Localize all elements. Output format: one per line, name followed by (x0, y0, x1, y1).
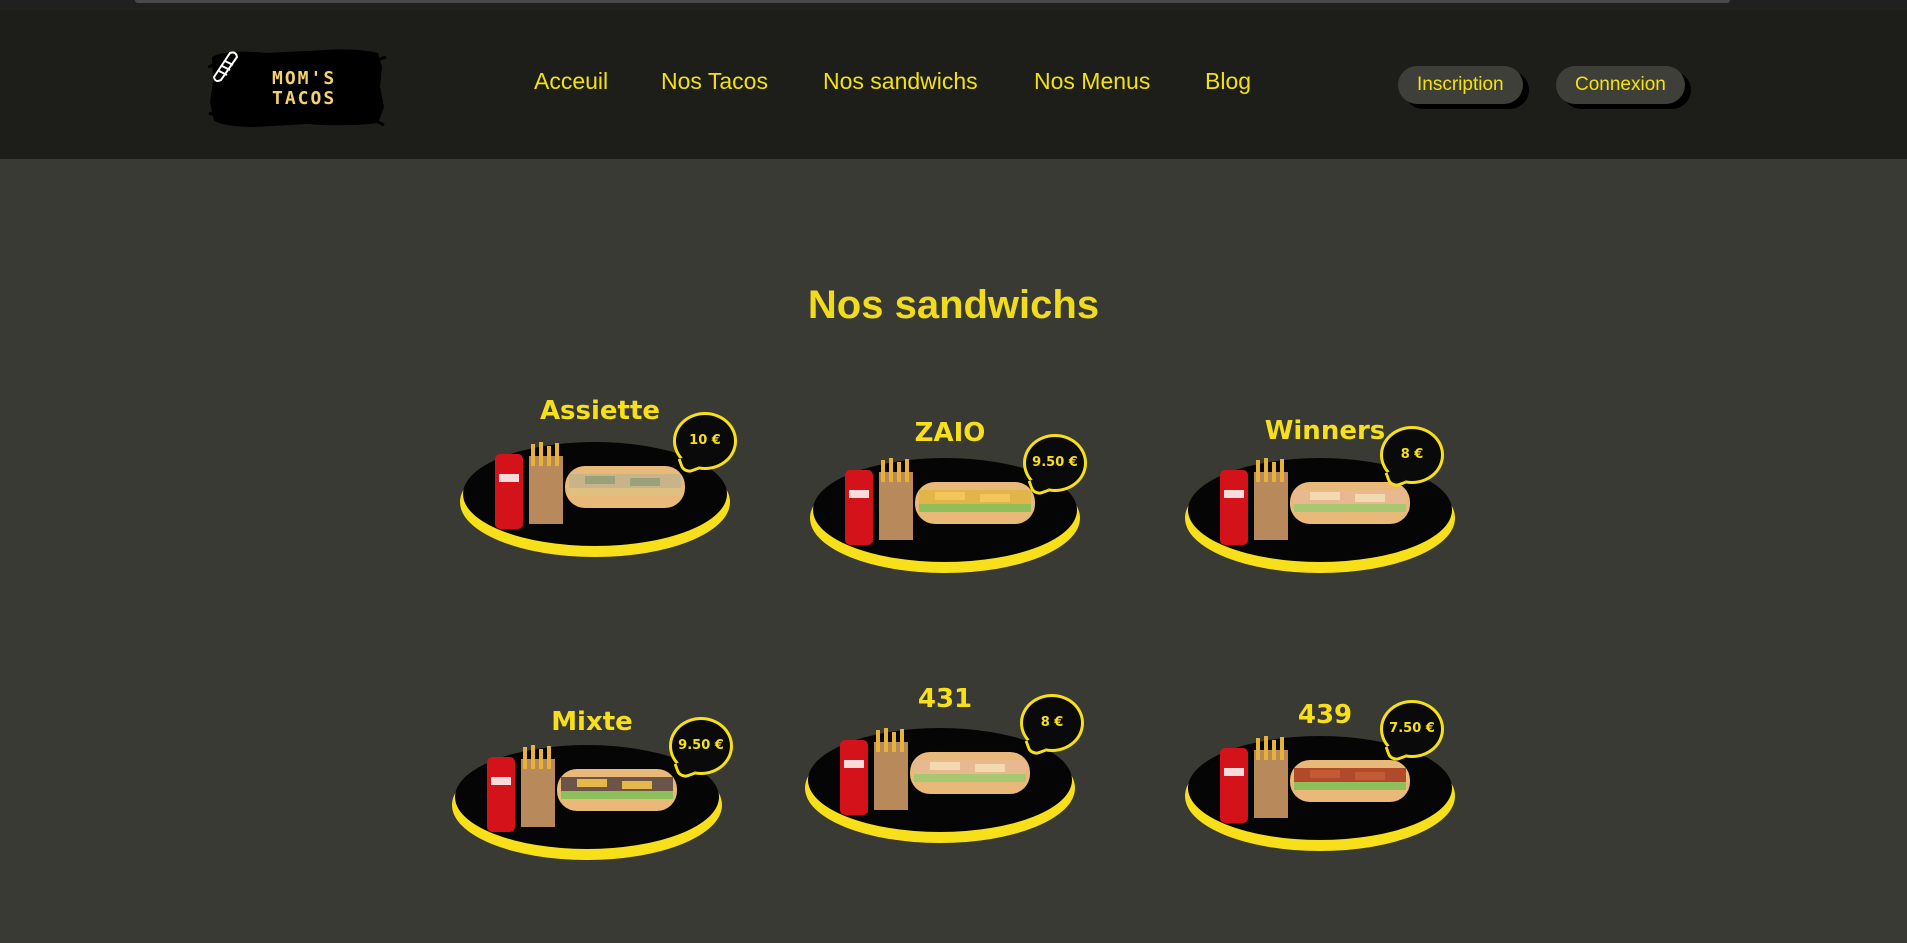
sandwich-card[interactable]: Winners 8 € (1180, 416, 1470, 586)
sandwich-card[interactable]: Assiette 10 € (455, 396, 745, 566)
scroll-track (135, 0, 1730, 3)
sandwich-card[interactable]: ZAIO 9.50 € (805, 418, 1095, 588)
login-button[interactable]: Connexion (1556, 66, 1685, 104)
price-badge: 8 € (1380, 426, 1444, 484)
moms-tacos-logo[interactable]: MOM'S TACOS (206, 47, 386, 129)
sandwich-card[interactable]: Mixte 9.50 € (447, 707, 737, 877)
nav-item-accueil[interactable]: Acceuil (534, 68, 608, 95)
price-badge: 7.50 € (1380, 700, 1444, 758)
price-badge: 10 € (673, 412, 737, 470)
logo-line-2: TACOS (272, 88, 337, 109)
sandwich-card[interactable]: 439 7.50 € (1180, 700, 1470, 870)
browser-top-strip (0, 0, 1907, 10)
signup-button[interactable]: Inscription (1398, 66, 1523, 104)
nav-item-blog[interactable]: Blog (1205, 68, 1251, 95)
price-badge: 9.50 € (1023, 434, 1087, 492)
nav-item-nos-menus[interactable]: Nos Menus (1034, 68, 1150, 95)
logo-text: MOM'S TACOS (272, 69, 352, 109)
logo-line-1: MOM'S (272, 68, 337, 89)
nav-item-nos-tacos[interactable]: Nos Tacos (661, 68, 768, 95)
page-title: Nos sandwichs (807, 283, 1100, 327)
price-badge: 8 € (1020, 694, 1084, 752)
burrito-icon (212, 51, 239, 82)
nav-item-nos-sandwichs[interactable]: Nos sandwichs (823, 68, 978, 95)
site-header: MOM'S TACOS Acceuil Nos Tacos Nos sandwi… (0, 10, 1907, 159)
sandwich-card[interactable]: 431 8 € (800, 684, 1090, 854)
price-badge: 9.50 € (669, 717, 733, 775)
